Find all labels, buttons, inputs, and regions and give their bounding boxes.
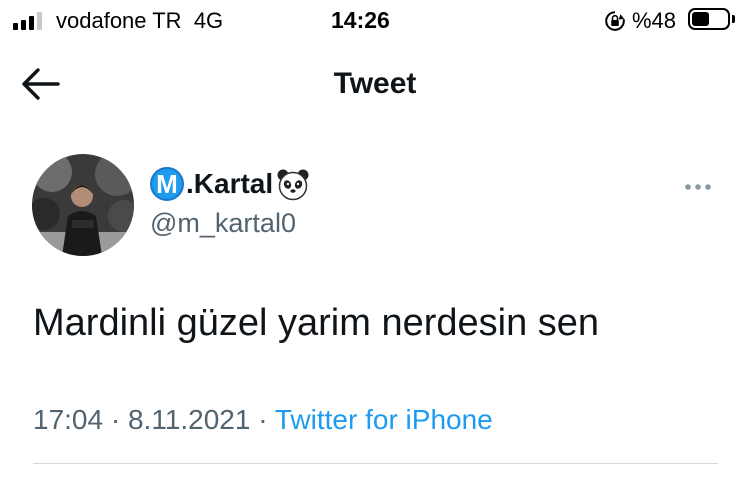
tweet-author[interactable]: M .Kartal @m_kartal0: [150, 166, 310, 239]
divider: [33, 463, 718, 464]
more-horizontal-icon: [685, 184, 711, 190]
battery-percentage: %48: [632, 8, 677, 33]
network-type: 4G: [193, 8, 224, 33]
profile-photo: [32, 154, 134, 256]
avatar[interactable]: [32, 154, 134, 256]
rotation-lock-icon: [605, 11, 625, 31]
display-name-row: M .Kartal: [150, 166, 310, 202]
user-handle: @m_kartal0: [150, 208, 296, 238]
tweet-date[interactable]: 8.11.2021: [128, 404, 251, 435]
carrier-info: vodafone TR 4G: [56, 8, 223, 34]
tweet-text: Mardinli güzel yarim nerdesin sen: [33, 302, 600, 344]
status-time: 14:26: [331, 7, 390, 33]
status-bar: vodafone TR 4G 14:26 %48: [0, 0, 750, 44]
panda-face-icon: [277, 169, 309, 201]
cellular-signal-icon: [13, 12, 45, 30]
carrier-name: vodafone TR: [56, 8, 182, 33]
tweet-meta: 17:04 · 8.11.2021 · Twitter for iPhone: [33, 404, 493, 436]
tweet-source-link[interactable]: Twitter for iPhone: [275, 404, 493, 435]
letter-m-badge: M: [150, 167, 184, 201]
battery-icon: [688, 8, 738, 32]
display-name: .Kartal: [186, 168, 274, 199]
top-navigation-header: Tweet: [0, 48, 750, 124]
page-title: Tweet: [333, 67, 417, 100]
meta-separator: ·: [258, 404, 268, 435]
meta-separator: ·: [110, 404, 121, 435]
more-options-button[interactable]: [676, 172, 720, 202]
tweet-time: 17:04: [33, 404, 104, 435]
